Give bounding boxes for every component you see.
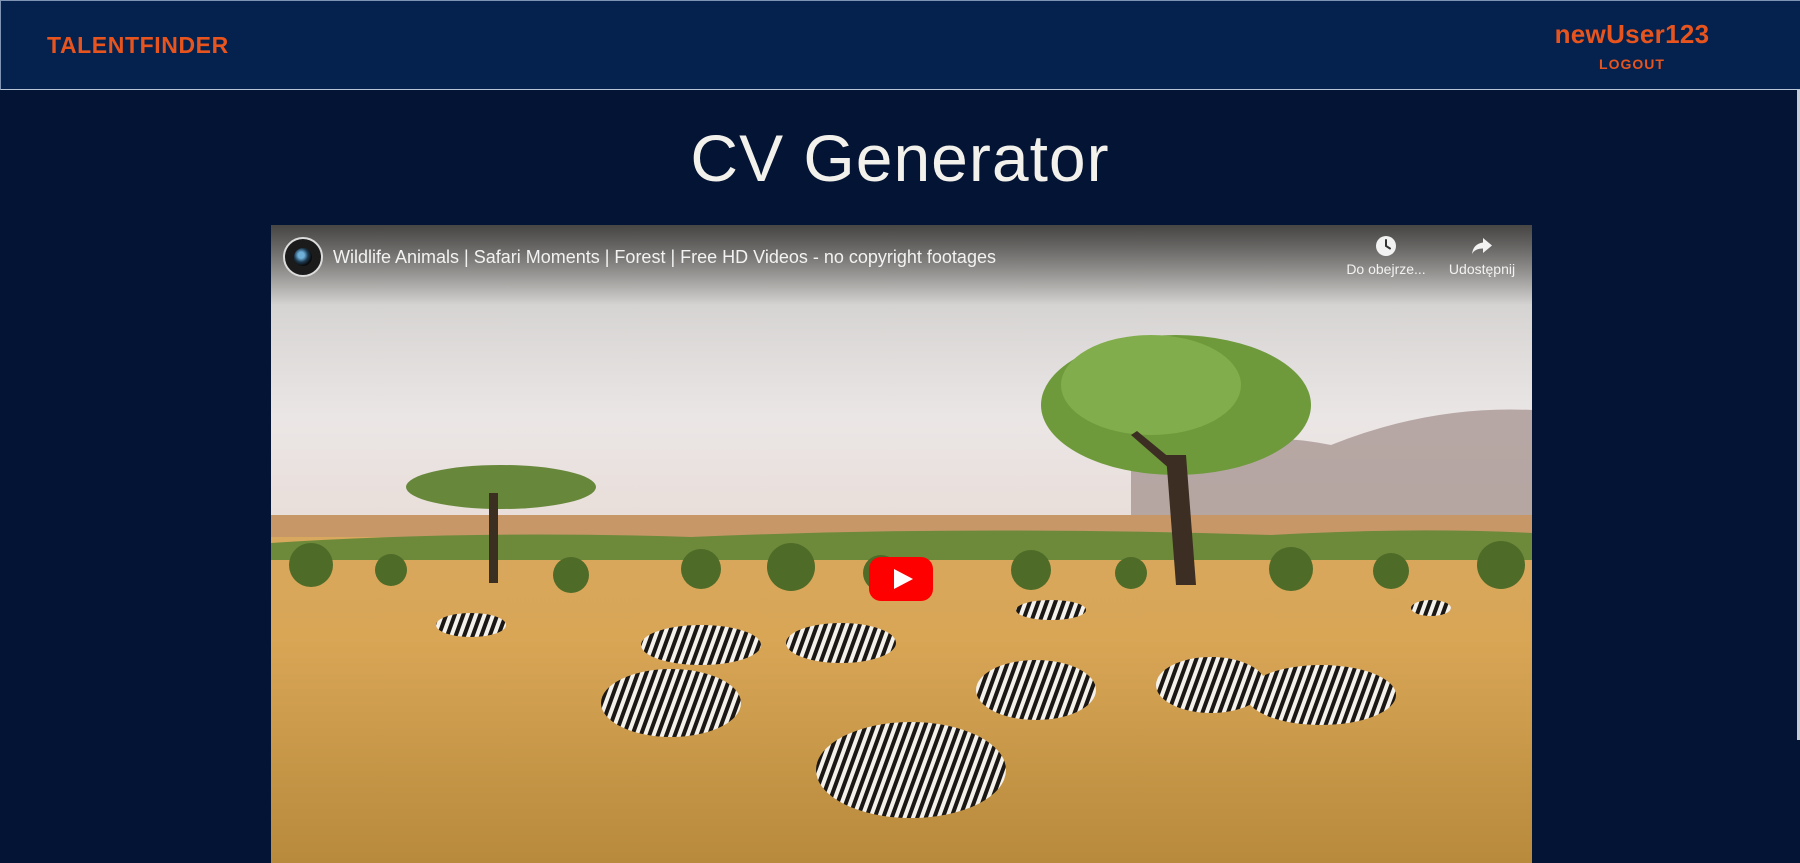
video-title[interactable]: Wildlife Animals | Safari Moments | Fore…: [333, 247, 996, 268]
play-icon[interactable]: [867, 555, 935, 603]
top-navbar: TALENTFINDER newUser123 LOGOUT: [0, 0, 1800, 90]
clock-icon: [1376, 236, 1396, 256]
channel-avatar[interactable]: [283, 237, 323, 277]
watch-later-label: Do obejrze...: [1346, 261, 1426, 277]
video-player[interactable]: Wildlife Animals | Safari Moments | Fore…: [271, 225, 1532, 863]
page-title: CV Generator: [690, 121, 1110, 195]
username-label[interactable]: newUser123: [1541, 19, 1723, 50]
share-label: Udostępnij: [1448, 261, 1516, 277]
watch-later-button[interactable]: Do obejrze...: [1341, 235, 1431, 277]
brand-logo-link[interactable]: TALENTFINDER: [47, 32, 229, 59]
share-button[interactable]: Udostępnij: [1437, 235, 1527, 277]
user-menu: newUser123 LOGOUT: [1541, 19, 1723, 72]
page: TALENTFINDER newUser123 LOGOUT CV Genera…: [0, 0, 1800, 863]
share-arrow-icon: [1472, 238, 1492, 254]
video-thumbnail: [271, 225, 1532, 863]
logout-button[interactable]: LOGOUT: [1541, 56, 1723, 72]
